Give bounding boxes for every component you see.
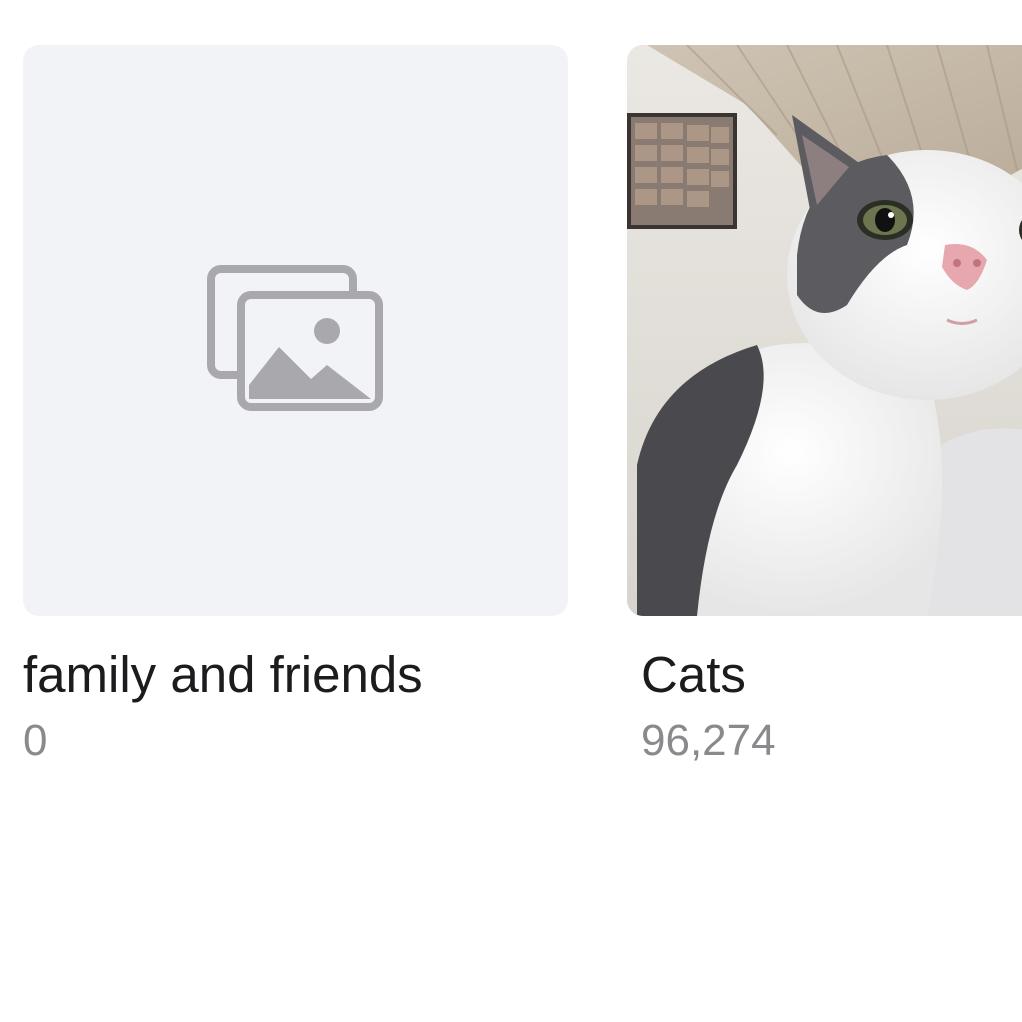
photos-placeholder-icon: [207, 265, 383, 411]
album-count: 0: [23, 716, 48, 765]
album-tile-family-and-friends[interactable]: family and friends 0: [23, 45, 568, 765]
album-title: Cats: [641, 646, 746, 703]
albums-grid: family and friends 0 Cats 96,274: [0, 0, 1022, 1022]
album-title: family and friends: [23, 646, 423, 703]
cat-photo: [627, 45, 1022, 616]
album-count: 96,274: [641, 716, 776, 765]
album-thumbnail-cat-photo: [627, 45, 1022, 616]
album-thumbnail-placeholder: [23, 45, 568, 616]
album-tile-cats[interactable]: Cats 96,274: [627, 45, 1022, 765]
